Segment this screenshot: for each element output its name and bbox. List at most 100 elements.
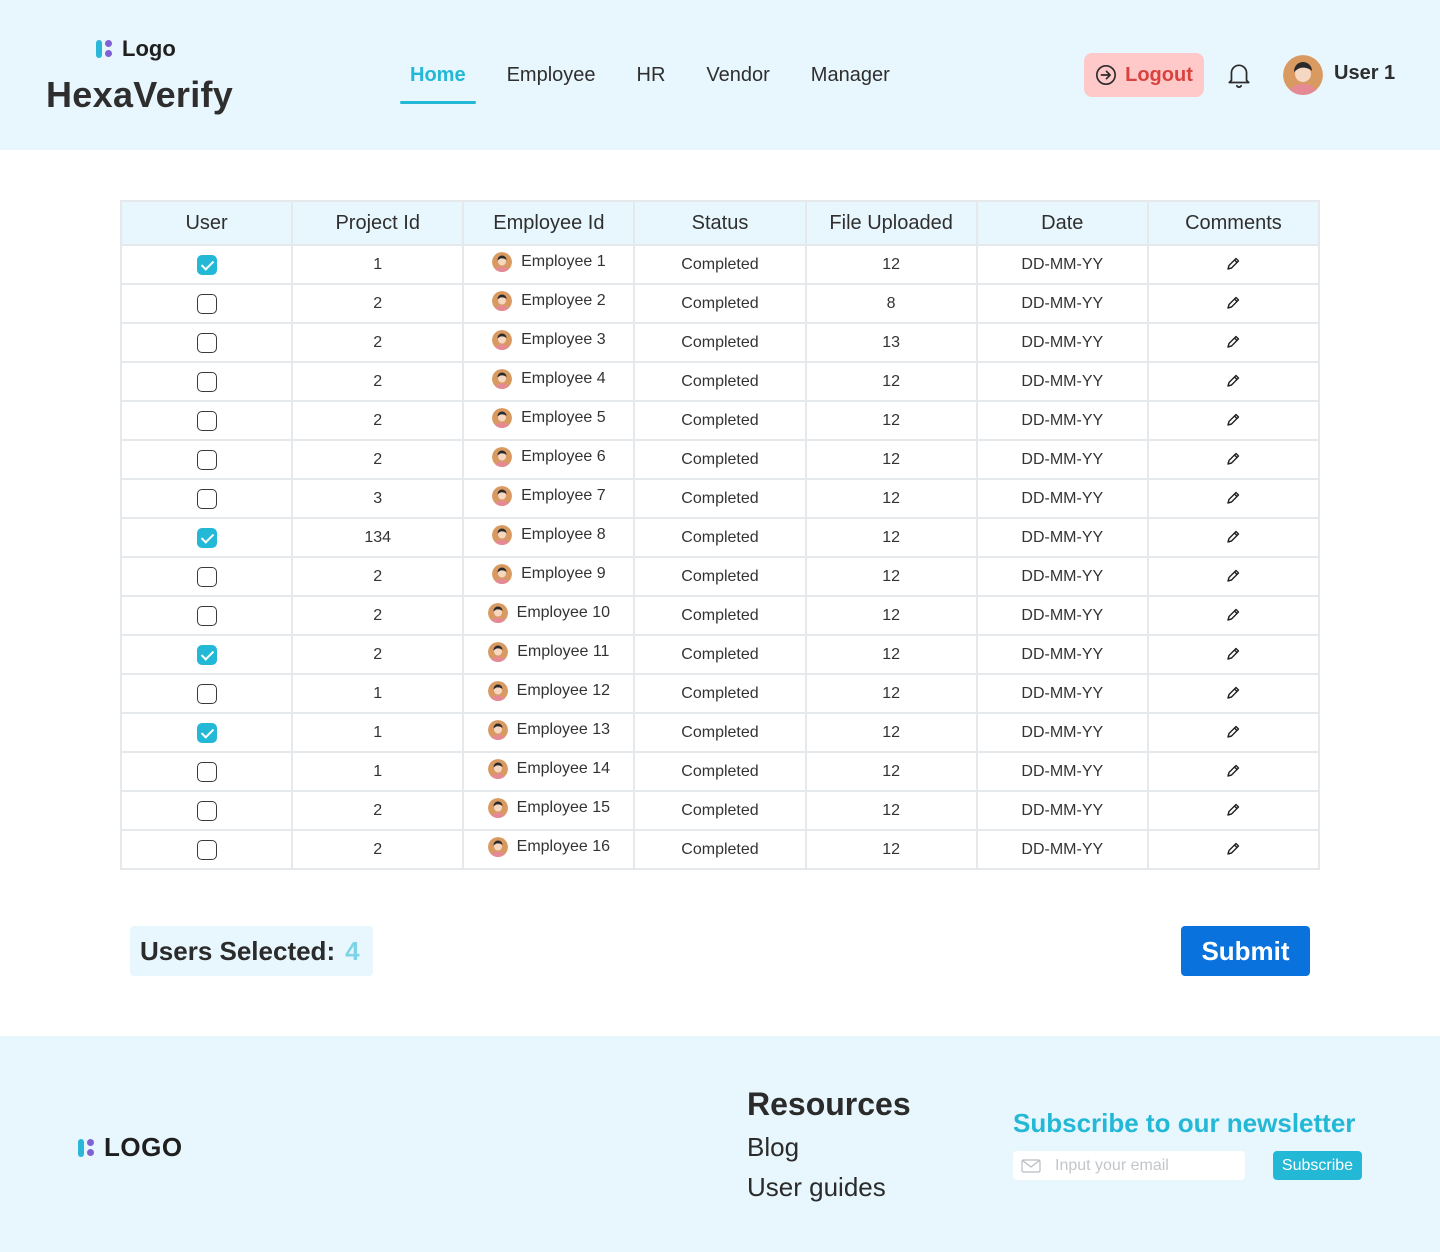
project-id-cell: 2 — [291, 790, 465, 831]
project-id-cell: 2 — [291, 400, 465, 441]
row-select-checkbox[interactable] — [196, 761, 217, 782]
edit-comment-icon[interactable] — [1225, 724, 1241, 740]
table-row[interactable]: 3 Employee 7 Completed 12 DD-MM-YY — [119, 478, 1321, 519]
comments-cell — [1146, 673, 1321, 714]
user-cell — [119, 478, 294, 519]
employee-id-cell: Employee 7 — [462, 478, 636, 519]
row-select-checkbox[interactable] — [196, 605, 217, 626]
employee-avatar — [492, 447, 513, 467]
resources-heading: Resources — [747, 1086, 911, 1122]
row-select-checkbox[interactable] — [196, 254, 217, 275]
submit-button[interactable]: Submit — [1181, 926, 1310, 976]
employee-avatar — [487, 720, 508, 740]
nav-manager[interactable]: Manager — [801, 50, 900, 104]
row-select-checkbox[interactable] — [196, 332, 217, 353]
employee-avatar — [488, 642, 509, 662]
edit-comment-icon[interactable] — [1225, 451, 1241, 467]
date-cell: DD-MM-YY — [975, 712, 1149, 753]
user-avatar[interactable] — [1283, 55, 1323, 95]
employee-name: Employee 4 — [521, 370, 606, 387]
row-select-checkbox[interactable] — [196, 293, 217, 314]
file-uploaded-cell: 8 — [804, 283, 978, 324]
table-row[interactable]: 2 Employee 2 Completed 8 DD-MM-YY — [119, 283, 1321, 324]
row-select-checkbox[interactable] — [196, 410, 217, 431]
edit-comment-icon[interactable] — [1225, 412, 1241, 428]
table-row[interactable]: 2 Employee 9 Completed 12 DD-MM-YY — [119, 556, 1321, 597]
table-row[interactable]: 2 Employee 11 Completed 12 DD-MM-YY — [119, 634, 1321, 675]
edit-comment-icon[interactable] — [1225, 373, 1241, 389]
newsletter-email-field[interactable] — [1013, 1151, 1245, 1180]
table-row[interactable]: 1 Employee 14 Completed 12 DD-MM-YY — [119, 751, 1321, 792]
employee-avatar — [492, 525, 513, 545]
users-selected-label: Users Selected: — [140, 935, 336, 966]
table-row[interactable]: 2 Employee 16 Completed 12 DD-MM-YY — [119, 829, 1321, 870]
project-id-cell: 2 — [291, 361, 465, 402]
footer-logo[interactable]: LOGO — [78, 1132, 183, 1163]
row-select-checkbox[interactable] — [196, 371, 217, 392]
user-cell — [119, 712, 294, 753]
row-select-checkbox[interactable] — [196, 839, 217, 860]
edit-comment-icon[interactable] — [1225, 763, 1241, 779]
footer-link-user-guides[interactable]: User guides — [747, 1172, 886, 1203]
user-name[interactable]: User 1 — [1334, 62, 1395, 85]
table-row[interactable]: 2 Employee 3 Completed 13 DD-MM-YY — [119, 322, 1321, 363]
row-select-checkbox[interactable] — [196, 800, 217, 821]
employee-name: Employee 2 — [521, 292, 606, 309]
edit-comment-icon[interactable] — [1225, 529, 1241, 545]
row-select-checkbox[interactable] — [196, 488, 217, 509]
subscribe-button[interactable]: Subscribe — [1273, 1151, 1362, 1180]
row-select-checkbox[interactable] — [196, 722, 217, 743]
edit-comment-icon[interactable] — [1225, 295, 1241, 311]
table-row[interactable]: 2 Employee 10 Completed 12 DD-MM-YY — [119, 595, 1321, 636]
table-row[interactable]: 1 Employee 12 Completed 12 DD-MM-YY — [119, 673, 1321, 714]
row-select-checkbox[interactable] — [196, 449, 217, 470]
table-row[interactable]: 2 Employee 6 Completed 12 DD-MM-YY — [119, 439, 1321, 480]
table-row[interactable]: 2 Employee 5 Completed 12 DD-MM-YY — [119, 400, 1321, 441]
employee-name: Employee 11 — [517, 643, 610, 660]
nav-hr[interactable]: HR — [627, 50, 676, 104]
edit-comment-icon[interactable] — [1225, 607, 1241, 623]
employee-avatar — [487, 798, 508, 818]
table-row[interactable]: 134 Employee 8 Completed 12 DD-MM-YY — [119, 517, 1321, 558]
edit-comment-icon[interactable] — [1225, 841, 1241, 857]
nav-home[interactable]: Home — [400, 50, 476, 104]
header-logo[interactable]: Logo — [96, 36, 176, 62]
table-row[interactable]: 2 Employee 15 Completed 12 DD-MM-YY — [119, 790, 1321, 831]
row-select-checkbox[interactable] — [196, 683, 217, 704]
date-cell: DD-MM-YY — [975, 361, 1149, 402]
edit-comment-icon[interactable] — [1225, 334, 1241, 350]
status-cell: Completed — [633, 634, 807, 675]
column-header-date: Date — [975, 200, 1149, 246]
employee-name: Employee 7 — [521, 487, 606, 504]
row-select-checkbox[interactable] — [196, 527, 217, 548]
status-cell: Completed — [633, 517, 807, 558]
edit-comment-icon[interactable] — [1225, 256, 1241, 272]
comments-cell — [1146, 283, 1321, 324]
row-select-checkbox[interactable] — [196, 566, 217, 587]
newsletter-email-input[interactable] — [1055, 1156, 1235, 1175]
comments-cell — [1146, 556, 1321, 597]
user-cell — [119, 634, 294, 675]
edit-comment-icon[interactable] — [1225, 685, 1241, 701]
edit-comment-icon[interactable] — [1225, 490, 1241, 506]
nav-employee[interactable]: Employee — [497, 50, 606, 104]
column-header-file-uploaded: File Uploaded — [804, 200, 978, 246]
employee-id-cell: Employee 5 — [462, 400, 636, 441]
nav-vendor[interactable]: Vendor — [696, 50, 779, 104]
date-cell: DD-MM-YY — [975, 595, 1149, 636]
edit-comment-icon[interactable] — [1225, 568, 1241, 584]
column-header-employee-id: Employee Id — [462, 200, 636, 246]
file-uploaded-cell: 12 — [804, 478, 978, 519]
table-row[interactable]: 2 Employee 4 Completed 12 DD-MM-YY — [119, 361, 1321, 402]
table-row[interactable]: 1 Employee 1 Completed 12 DD-MM-YY — [119, 244, 1321, 285]
edit-comment-icon[interactable] — [1225, 646, 1241, 662]
user-cell — [119, 400, 294, 441]
employee-avatar — [487, 837, 508, 857]
row-select-checkbox[interactable] — [196, 644, 217, 665]
table-row[interactable]: 1 Employee 13 Completed 12 DD-MM-YY — [119, 712, 1321, 753]
project-id-cell: 2 — [291, 595, 465, 636]
logout-button[interactable]: Logout — [1084, 53, 1204, 97]
edit-comment-icon[interactable] — [1225, 802, 1241, 818]
footer-link-blog[interactable]: Blog — [747, 1132, 799, 1163]
bell-icon[interactable] — [1226, 61, 1252, 89]
